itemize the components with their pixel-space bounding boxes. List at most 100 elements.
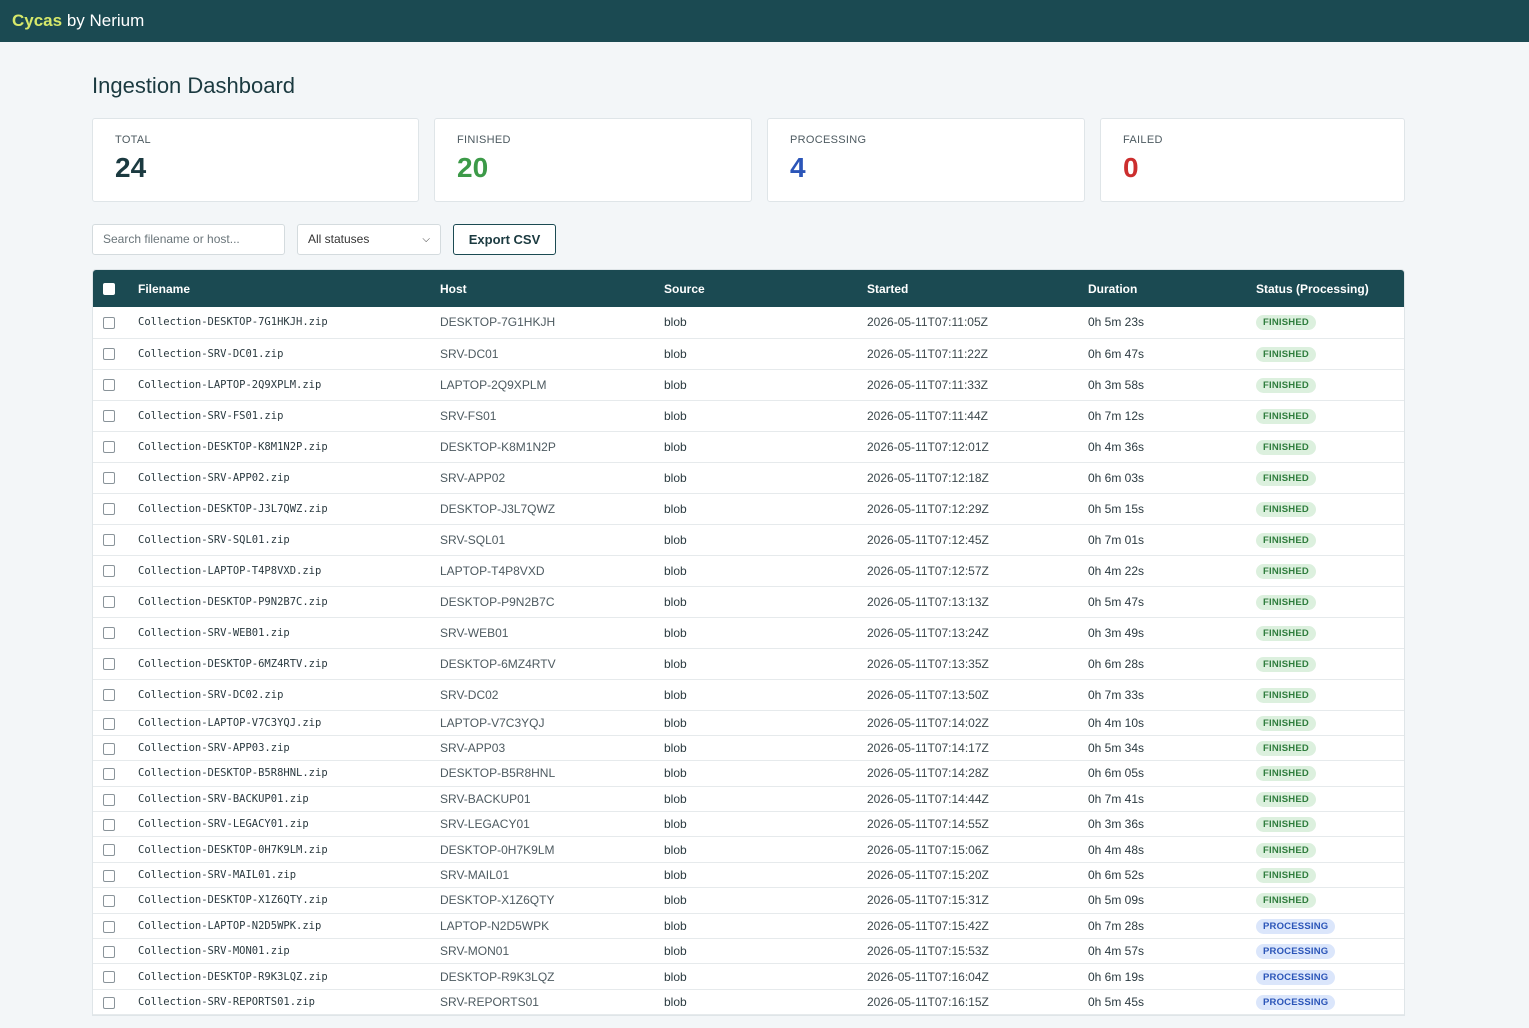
row-checkbox[interactable] — [103, 946, 115, 959]
duration-cell: 0h 6m 05s — [1088, 766, 1145, 781]
duration-cell: 0h 4m 57s — [1088, 944, 1145, 959]
row-checkbox[interactable] — [103, 844, 115, 857]
export-csv-button[interactable]: Export CSV — [453, 223, 556, 255]
filename-cell: Collection-DESKTOP-K8M1N2P.zip — [138, 440, 328, 453]
brand-logo[interactable]: Cycas by Nerium — [12, 11, 144, 31]
started-cell: 2026-05-11T07:13:50Z — [867, 687, 989, 702]
table-row[interactable]: Collection-SRV-WEB01.zip SRV-WEB01 blob 202… — [93, 617, 1404, 648]
status-filter-select[interactable]: All statuses ⌵ — [297, 223, 441, 255]
duration-cell: 0h 4m 36s — [1088, 439, 1145, 454]
table-row[interactable]: Collection-DESKTOP-R9K3LQZ.zip DESKTOP-R9… — [93, 964, 1404, 990]
table-row[interactable]: Collection-SRV-LEGACY01.zip SRV-LEGACY01 b… — [93, 812, 1404, 837]
row-checkbox[interactable] — [103, 565, 115, 578]
row-checkbox[interactable] — [103, 768, 115, 781]
row-checkbox[interactable] — [103, 717, 115, 730]
filename-cell: Collection-LAPTOP-V7C3YQJ.zip — [138, 716, 322, 729]
row-checkbox[interactable] — [103, 658, 115, 671]
started-cell: 2026-05-11T07:15:53Z — [867, 944, 989, 959]
row-checkbox[interactable] — [103, 819, 115, 832]
source-cell: blob — [664, 408, 687, 423]
source-cell: blob — [664, 842, 687, 857]
row-checkbox[interactable] — [103, 996, 115, 1009]
table-row[interactable]: Collection-LAPTOP-V7C3YQJ.zip LAPTOP-V7C3… — [93, 710, 1404, 736]
row-checkbox[interactable] — [103, 379, 115, 392]
row-checkbox[interactable] — [103, 534, 115, 547]
table-row[interactable]: Collection-SRV-FS01.zip SRV-FS01 blob 2026-… — [93, 400, 1404, 431]
status-cell: FINISHED — [1248, 617, 1404, 648]
table-row[interactable]: Collection-SRV-MON01.zip SRV-MON01 blob 202… — [93, 939, 1404, 964]
host-cell: DESKTOP-X1Z6QTY — [440, 893, 555, 908]
filename-cell: Collection-SRV-REPORTS01.zip — [138, 995, 316, 1008]
column-header-duration[interactable]: Duration — [1080, 270, 1248, 307]
table-row[interactable]: Collection-SRV-DC02.zip SRV-DC02 blob 2026-… — [93, 679, 1404, 710]
host-cell: SRV-MON01 — [440, 944, 510, 959]
table-row[interactable]: Collection-LAPTOP-N2D5WPK.zip LAPTOP-N2D5… — [93, 913, 1404, 939]
column-header-started[interactable]: Started — [859, 270, 1080, 307]
stat-card-processing: PROCESSING 4 — [767, 118, 1085, 202]
started-cell: 2026-05-11T07:15:31Z — [867, 893, 989, 908]
table-row[interactable]: Collection-DESKTOP-0H7K9LM.zip DESKTOP-0H… — [93, 837, 1404, 863]
column-header-source[interactable]: Source — [656, 270, 859, 307]
row-checkbox[interactable] — [103, 472, 115, 485]
filename-cell: Collection-DESKTOP-R9K3LQZ.zip — [138, 970, 328, 983]
row-checkbox[interactable] — [103, 689, 115, 702]
row-checkbox[interactable] — [103, 793, 115, 806]
host-cell: SRV-REPORTS01 — [440, 994, 539, 1009]
started-cell: 2026-05-11T07:14:17Z — [867, 741, 989, 756]
row-checkbox[interactable] — [103, 971, 115, 984]
source-cell: blob — [664, 625, 687, 640]
table-row[interactable]: Collection-SRV-DC01.zip SRV-DC01 blob 2026-… — [93, 338, 1404, 369]
status-cell: FINISHED — [1248, 307, 1404, 338]
column-header-filename[interactable]: Filename — [130, 270, 432, 307]
select-all-checkbox[interactable] — [103, 283, 115, 296]
table-row[interactable]: Collection-SRV-BACKUP01.zip SRV-BACKUP01 b… — [93, 786, 1404, 812]
table-row[interactable]: Collection-DESKTOP-7G1HKJH.zip DESKTOP-7G… — [93, 307, 1404, 338]
table-row[interactable]: Collection-SRV-MAIL01.zip SRV-MAIL01 blob 2… — [93, 862, 1404, 888]
column-header-status[interactable]: Status (Processing) — [1248, 270, 1404, 307]
table-row[interactable]: Collection-LAPTOP-T4P8VXD.zip LAPTOP-T4P8… — [93, 555, 1404, 586]
column-header-host[interactable]: Host — [432, 270, 656, 307]
row-checkbox[interactable] — [103, 348, 115, 361]
row-checkbox[interactable] — [103, 895, 115, 908]
row-checkbox[interactable] — [103, 869, 115, 882]
row-checkbox[interactable] — [103, 742, 115, 755]
table-row[interactable]: Collection-SRV-APP03.zip SRV-APP03 blob 202… — [93, 735, 1404, 761]
duration-cell: 0h 6m 03s — [1088, 470, 1145, 485]
search-input[interactable] — [92, 223, 285, 255]
host-cell: SRV-FS01 — [440, 408, 497, 423]
table-row[interactable]: Collection-DESKTOP-B5R8HNL.zip DESKTOP-B5… — [93, 761, 1404, 787]
row-checkbox[interactable] — [103, 596, 115, 609]
table-row[interactable]: Collection-SRV-REPORTS01.zip SRV-REPORTS0… — [93, 989, 1404, 1015]
row-checkbox[interactable] — [103, 317, 115, 330]
duration-cell: 0h 5m 23s — [1088, 315, 1145, 330]
status-cell: FINISHED — [1248, 837, 1404, 862]
host-cell: SRV-SQL01 — [440, 532, 506, 547]
host-cell: SRV-DC02 — [440, 687, 499, 702]
status-badge: PROCESSING — [1256, 969, 1336, 985]
status-cell: FINISHED — [1248, 493, 1404, 524]
source-cell: blob — [664, 817, 687, 832]
source-cell: blob — [664, 656, 687, 671]
row-checkbox[interactable] — [103, 627, 115, 640]
table-row[interactable]: Collection-DESKTOP-X1Z6QTY.zip DESKTOP-X1… — [93, 888, 1404, 914]
host-cell: SRV-BACKUP01 — [440, 791, 531, 806]
table-row[interactable]: Collection-DESKTOP-J3L7QWZ.zip DESKTOP-J3… — [93, 493, 1404, 524]
table-row[interactable]: Collection-SRV-APP02.zip SRV-APP02 blob 202… — [93, 462, 1404, 493]
row-checkbox[interactable] — [103, 920, 115, 933]
status-badge: FINISHED — [1256, 715, 1316, 731]
row-checkbox[interactable] — [103, 503, 115, 516]
stat-card-finished: FINISHED 20 — [434, 118, 752, 202]
source-cell: blob — [664, 944, 687, 959]
table-row[interactable]: Collection-DESKTOP-P9N2B7C.zip DESKTOP-P9… — [93, 586, 1404, 617]
row-checkbox[interactable] — [103, 441, 115, 454]
duration-cell: 0h 5m 09s — [1088, 893, 1145, 908]
table-body: Collection-DESKTOP-7G1HKJH.zip DESKTOP-7G… — [93, 307, 1404, 1015]
table-row[interactable]: Collection-SRV-SQL01.zip SRV-SQL01 blob 202… — [93, 524, 1404, 555]
filename-cell: Collection-SRV-SQL01.zip — [138, 533, 290, 546]
status-badge: FINISHED — [1256, 817, 1316, 833]
status-cell: FINISHED — [1248, 648, 1404, 679]
table-row[interactable]: Collection-DESKTOP-6MZ4RTV.zip DESKTOP-6M… — [93, 648, 1404, 679]
table-row[interactable]: Collection-DESKTOP-K8M1N2P.zip DESKTOP-K8… — [93, 431, 1404, 462]
row-checkbox[interactable] — [103, 410, 115, 423]
table-row[interactable]: Collection-LAPTOP-2Q9XPLM.zip LAPTOP-2Q9X… — [93, 369, 1404, 400]
